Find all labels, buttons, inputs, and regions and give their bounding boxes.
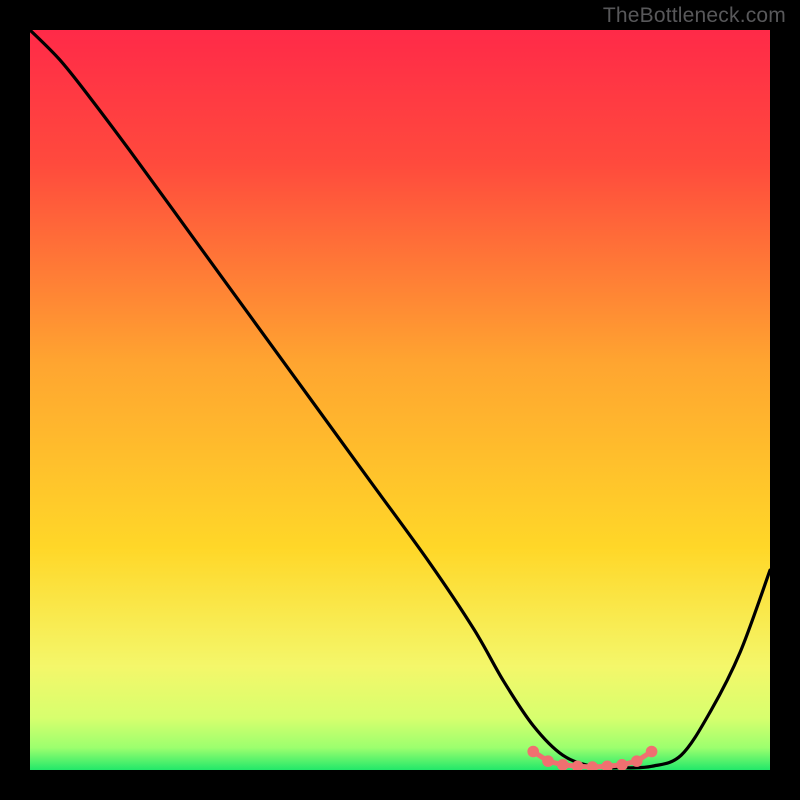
chart-area: [30, 30, 770, 770]
gradient-backdrop: [30, 30, 770, 770]
marker-dot: [631, 755, 643, 767]
marker-dot: [542, 755, 554, 767]
marker-dot: [527, 746, 539, 758]
chart-svg: [30, 30, 770, 770]
watermark-text: TheBottleneck.com: [603, 4, 786, 28]
marker-dot: [646, 746, 658, 758]
